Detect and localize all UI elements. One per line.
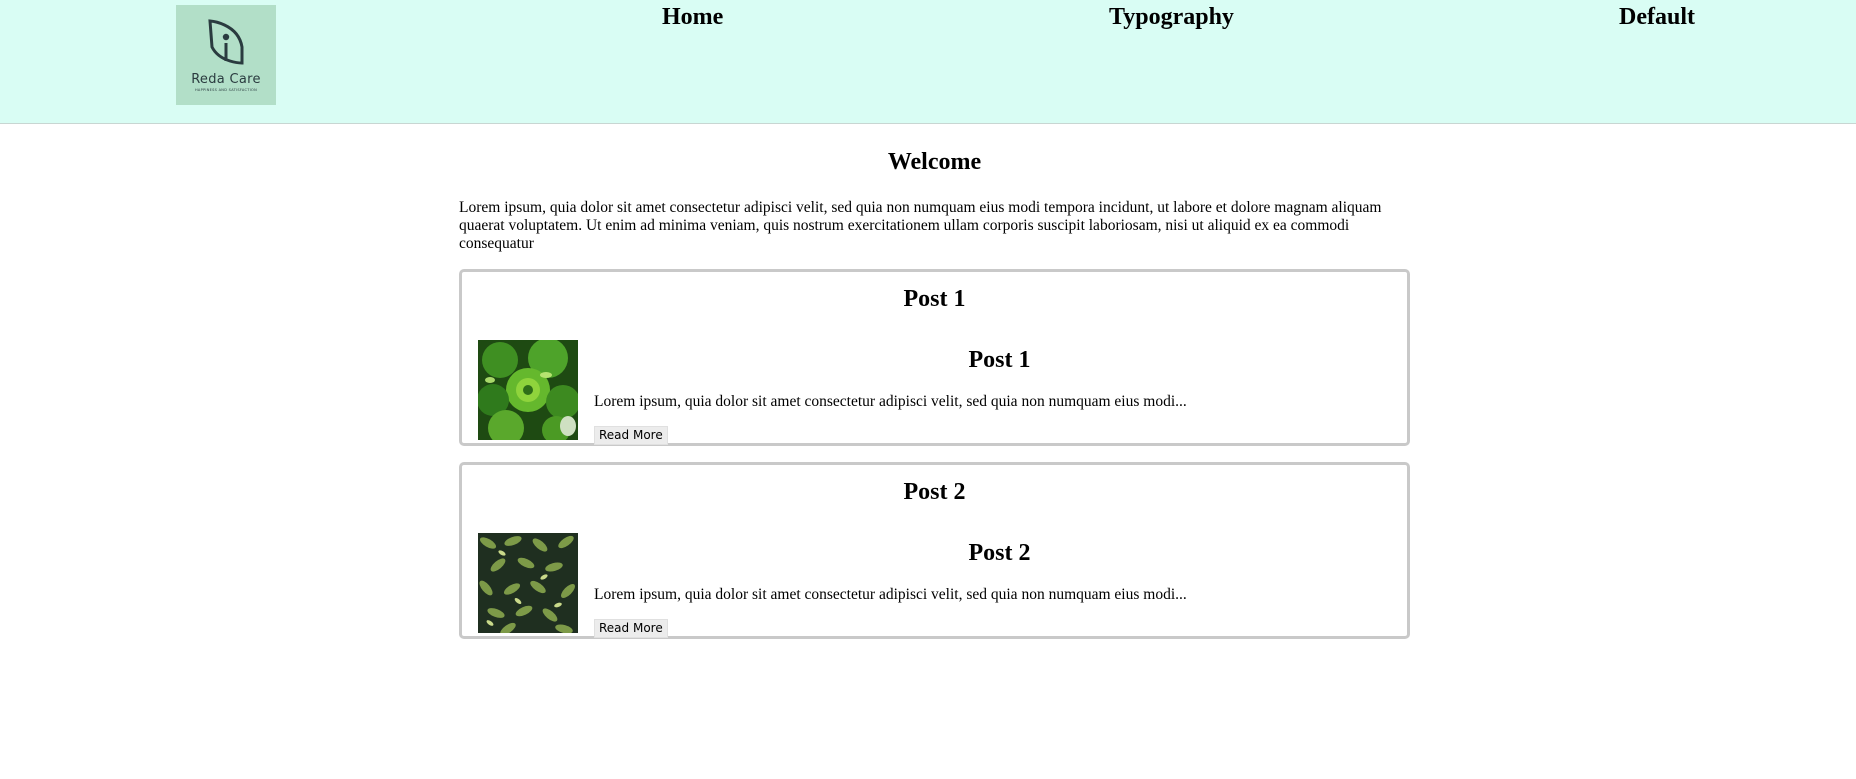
post-card-title: Post 2 — [903, 479, 966, 505]
post-thumbnail-image[interactable] — [478, 533, 578, 633]
read-more-button[interactable]: Read More — [594, 426, 668, 445]
nav-default[interactable]: Default — [1619, 4, 1695, 31]
site-header: Reda Care HAPPINESS AND SATISFACTION Hom… — [0, 0, 1856, 124]
page-title: Welcome — [887, 149, 982, 175]
post-card: Post 2 Post 2 Lorem ipsum, quia dolor si… — [459, 462, 1410, 639]
read-more-button[interactable]: Read More — [594, 619, 668, 638]
nav-typography[interactable]: Typography — [1109, 4, 1234, 31]
post-excerpt: Lorem ipsum, quia dolor sit amet consect… — [594, 586, 1187, 603]
logo-name: Reda Care — [191, 72, 261, 87]
site-logo[interactable]: Reda Care HAPPINESS AND SATISFACTION — [176, 5, 276, 105]
main-content: Welcome Lorem ipsum, quia dolor sit amet… — [459, 124, 1410, 639]
intro-text: Lorem ipsum, quia dolor sit amet consect… — [459, 199, 1382, 252]
post-heading: Post 1 — [968, 347, 1031, 373]
post-excerpt: Lorem ipsum, quia dolor sit amet consect… — [594, 393, 1187, 410]
post-card: Post 1 Post 1 Lorem ipsum, quia dolor si… — [459, 269, 1410, 446]
nav-home[interactable]: Home — [662, 4, 723, 31]
post-heading: Post 2 — [968, 540, 1031, 566]
leaf-person-icon — [208, 19, 244, 65]
logo-tagline: HAPPINESS AND SATISFACTION — [194, 88, 258, 92]
post-thumbnail-image[interactable] — [478, 340, 578, 440]
post-card-title: Post 1 — [903, 286, 966, 312]
